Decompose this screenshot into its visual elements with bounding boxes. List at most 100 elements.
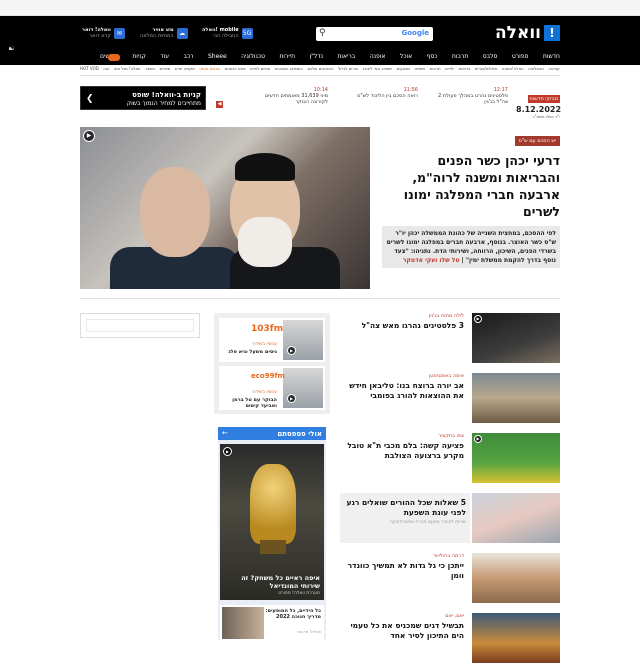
article-title[interactable]: אב יורה ברוצח בנו: טליבאן חידש את ההוצאו… — [340, 381, 464, 401]
play-icon[interactable]: ▶ — [223, 447, 232, 456]
play-icon: ▶ — [474, 435, 482, 443]
gregorian-date: 8.12.2022 — [516, 105, 562, 114]
subnav-item[interactable]: HOT VOD — [80, 66, 99, 71]
subnav-item[interactable]: מבצעים — [397, 66, 410, 71]
list-item[interactable]: דרמה בהוליווד ייתכן כי גל גדות לא תמשיך … — [340, 553, 560, 603]
news-flash-text: רואה הסכם בין הליכוד לש"ס — [357, 93, 418, 99]
ad-placeholder — [80, 313, 200, 338]
article-thumbnail[interactable]: ▶ — [472, 313, 560, 363]
list-item[interactable]: ▶ צפו בתקציר פציעה קשה: בלם מכבי ת"א טוב… — [340, 433, 560, 483]
play-icon[interactable]: ▶ — [287, 346, 296, 355]
subnav-item-highlight[interactable]: גורמת אותנו — [199, 66, 220, 71]
logo-text: וואלה — [494, 23, 541, 43]
article-title[interactable]: תבשיל דגים שמכניס את כל טעמי הים התיכון … — [340, 621, 464, 641]
search-box[interactable]: ⚲ Google — [316, 27, 433, 41]
subnav-item[interactable]: ספרים — [159, 66, 170, 71]
radio-widget: ▶ 103fm עכשיו בשידור ניסים משעל וגיא פלג… — [214, 313, 330, 414]
article-title[interactable]: 3 פלסטינים נהרגו מאש צה"ל — [340, 321, 464, 331]
article-thumbnail[interactable] — [472, 373, 560, 423]
mobile-icon: 5G — [241, 27, 253, 39]
article-title[interactable]: פציעה קשה: בלם מכבי ת"א טובל מקרע ברצועה… — [340, 441, 464, 461]
nav-item[interactable]: אופנה — [370, 53, 386, 60]
radio-show-title: הבוקר עם טל ברמן ואביעד קיסוס — [232, 397, 277, 409]
subnav-item[interactable]: וואלה!אופנה — [502, 66, 524, 71]
nav-item[interactable]: אוכל — [400, 53, 412, 60]
news-flash-label[interactable]: מבזקי חדשות — [527, 95, 560, 103]
subnav-item[interactable]: תקציב חדש — [175, 66, 195, 71]
nav-item[interactable]: תיירות — [279, 53, 295, 60]
subnav-item[interactable]: ילדים — [445, 66, 454, 71]
article-thumbnail[interactable] — [472, 553, 560, 603]
list-item[interactable]: ▶ לילה מתוח בג'נין 3 פלסטינים נהרגו מאש … — [340, 313, 560, 363]
featured-video-title[interactable]: איפה ראיים כל משחק? זה שירותי המונדיאל — [224, 574, 320, 590]
nav-item[interactable]: חדשות — [543, 53, 560, 60]
browser-top-strip — [0, 0, 640, 16]
subnav-item[interactable]: וואלה! מזל טוב — [114, 66, 140, 71]
site-logo[interactable]: ! וואלה — [495, 23, 560, 43]
missed-item-thumbnail[interactable] — [222, 607, 264, 639]
nav-item[interactable]: בריאות — [337, 53, 355, 60]
nav-item[interactable]: סלבס — [483, 53, 498, 60]
nav-item[interactable]: רכב — [184, 53, 194, 60]
article-thumbnail[interactable] — [472, 613, 560, 663]
play-icon[interactable]: ▶ — [83, 130, 95, 142]
hero-kicker: יש הסכם עם ש"ס — [514, 136, 560, 146]
hero-summary: לפי ההסכם, במחצית השנייה של כהונת הממשלה… — [382, 226, 560, 268]
subnav-item[interactable]: שופינג אנד ליבינג — [363, 66, 392, 71]
shops-promo-banner[interactable]: ❮ קניות ב-וואלה! שופס מתחייבים למחיר הנמ… — [80, 86, 206, 110]
nav-item[interactable]: עוד — [160, 53, 169, 60]
subnav-item[interactable]: תרבות — [430, 66, 441, 71]
missed-item-title[interactable]: כל הידיים, כל המופעים: מדריך חנוכה 2022 — [265, 608, 321, 620]
news-flash-item[interactable]: 12:17 2 פלסטינים נהרגו במהלך פעולת צה"ל … — [428, 87, 508, 105]
radio-status: עכשיו בשידור — [251, 390, 277, 395]
mail-service-link[interactable]: וואלה! דואר קרא דואר ✉ — [82, 25, 125, 41]
mobile-service-link[interactable]: וואלה! mobile החבילה הכי 5G — [202, 25, 253, 41]
missed-item[interactable]: כל הידיים, כל המופעים: מדריך חנוכה 2022 … — [220, 605, 324, 640]
section-divider — [80, 298, 560, 299]
subnav-item[interactable]: משפט — [415, 66, 426, 71]
play-icon[interactable]: ▶ — [287, 394, 296, 403]
article-kicker: דרמה בהוליווד — [433, 553, 464, 559]
nav-item[interactable]: תרבות — [452, 53, 468, 60]
subnav-item[interactable]: טיפים לחיים — [250, 66, 270, 71]
list-item[interactable]: אימה באפגניסטן אב יורה ברוצח בנו: טליבאן… — [340, 373, 560, 423]
subnav-item[interactable]: מחלות/הורים — [475, 66, 497, 71]
subnav-item[interactable]: האהובים שלכם — [308, 66, 334, 71]
shops-tag-icon[interactable] — [108, 54, 120, 61]
arrow-left-icon[interactable]: ← — [222, 429, 228, 437]
subnav-item[interactable]: יוגה — [103, 66, 109, 71]
subnav-item[interactable]: טכנולוגיה — [528, 66, 544, 71]
subnav-item[interactable]: משבר — [145, 66, 155, 71]
subnav-item[interactable]: פתח הזמנות — [225, 66, 246, 71]
subnav-item[interactable]: קורונה — [548, 66, 560, 71]
nav-item[interactable]: קניות — [132, 53, 146, 60]
nav-item[interactable]: ספורט — [512, 53, 529, 60]
subnav-item[interactable]: בריאות — [459, 66, 471, 71]
play-icon: ▶ — [474, 315, 482, 323]
list-item[interactable]: יאם, יאם תבשיל דגים שמכניס את כל טעמי הי… — [340, 613, 560, 663]
subnav-item[interactable]: השופינג המבטיח — [275, 66, 303, 71]
search-icon[interactable]: ⚲ — [319, 28, 326, 38]
article-thumbnail[interactable] — [472, 493, 560, 543]
nav-item[interactable]: נדל"ן — [310, 53, 323, 60]
weather-icon: ☁ — [176, 27, 188, 39]
radio-station-card[interactable]: ▶ 103fm עכשיו בשידור ניסים משעל וגיא פלג — [219, 318, 325, 362]
weather-service-link[interactable]: מזג אוויר התחזית המלאה ☁ — [140, 25, 188, 41]
article-title[interactable]: ייתכן כי גל גדות לא תמשיך כוונדר וומן — [340, 561, 464, 581]
nav-item[interactable]: כסף — [427, 53, 438, 60]
news-flash-prev-arrow[interactable]: ◀ — [216, 101, 223, 108]
hero-title[interactable]: דרעי יכהן כשר הפנים והבריאות ומשנה לרוה"… — [382, 152, 560, 220]
news-flash-item[interactable]: 10:14 מיני 31,639 מאומתים חדשים לקורונה … — [248, 87, 328, 105]
article-thumbnail[interactable]: ▶ — [472, 433, 560, 483]
featured-video[interactable]: ▶ איפה ראיים כל משחק? זה שירותי המונדיאל… — [220, 444, 324, 600]
mobile-service-sub: החבילה הכי — [213, 33, 239, 39]
news-flash-item[interactable]: 11:56 רואה הסכם בין הליכוד לש"ס — [338, 87, 418, 99]
subnav-item[interactable]: הורים לגדול — [338, 66, 358, 71]
radio-station-card[interactable]: ▶ eco99fm עכשיו בשידור הבוקר עם טל ברמן … — [219, 366, 325, 410]
hero-image[interactable]: ▶ — [80, 127, 370, 289]
nav-item[interactable]: Sheee — [208, 53, 227, 60]
nav-item[interactable]: טכנולוגיה — [241, 53, 265, 60]
sponsored-list-item[interactable]: 5 שאלות שכל ההורים שואלים רגע לפני עונת … — [340, 493, 560, 543]
hero-story[interactable]: יש הסכם עם ש"ס דרעי יכהן כשר הפנים והברי… — [382, 127, 560, 289]
article-title[interactable]: 5 שאלות שכל ההורים שואלים רגע לפני עונת … — [340, 498, 466, 518]
